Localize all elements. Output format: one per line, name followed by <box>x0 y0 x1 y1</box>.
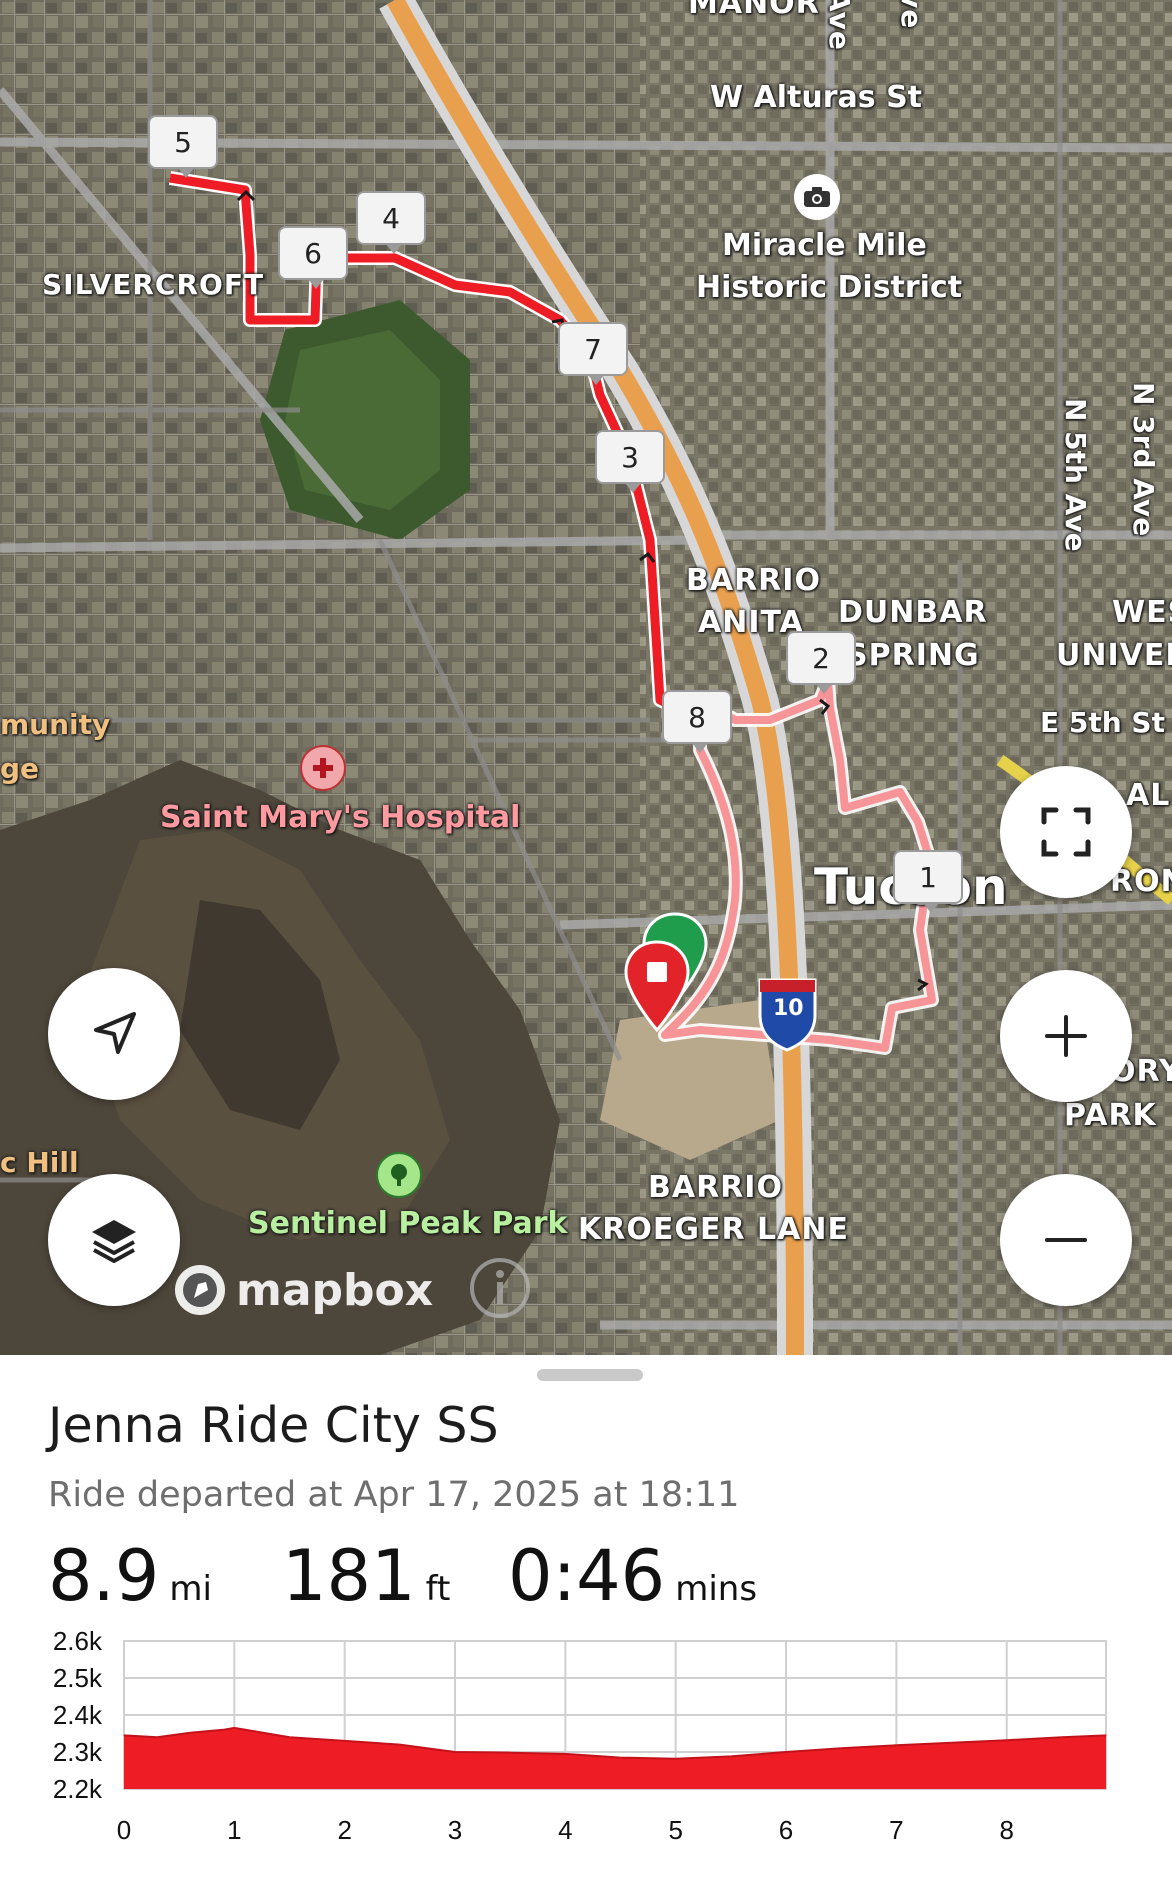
elevation-point <box>156 1736 158 1738</box>
elevation-point <box>344 1740 346 1742</box>
layers-icon <box>92 1220 136 1263</box>
y-tick-label: 2.6k <box>53 1626 103 1656</box>
waypoint-label: 7 <box>584 332 602 366</box>
label-al: AL <box>1126 778 1171 813</box>
recenter-button[interactable] <box>48 968 180 1100</box>
fullscreen-icon <box>1041 807 1091 857</box>
label-barrio-anita-1: BARRIO <box>686 563 821 598</box>
elevation-chart[interactable]: 2.6k 2.5k 2.4k 2.3k 2.2k 0 1 2 3 4 5 6 7 8 <box>0 1355 1172 1881</box>
x-tick-label: 6 <box>779 1815 793 1845</box>
waypoint-marker[interactable]: 2 <box>786 631 856 694</box>
label-dunbar: DUNBAR <box>838 595 988 630</box>
label-c-hill: c Hill <box>0 1146 79 1179</box>
label-ge: ge <box>0 752 40 785</box>
label-community: munity <box>0 708 111 741</box>
y-tick-label: 2.2k <box>53 1774 103 1804</box>
waypoint-marker[interactable]: 4 <box>356 191 426 254</box>
info-icon[interactable] <box>468 1256 532 1320</box>
satellite-base-map <box>0 0 1172 1355</box>
waypoint-label: 5 <box>174 125 192 159</box>
x-tick-label: 3 <box>448 1815 462 1845</box>
elevation-point <box>785 1751 787 1753</box>
label-park: PARK <box>1064 1098 1157 1133</box>
waypoint-label: 4 <box>382 201 400 235</box>
waypoint-label: 3 <box>621 440 639 474</box>
waypoint-label: 8 <box>688 700 706 734</box>
label-sentinel-peak: Sentinel Peak Park <box>248 1206 568 1241</box>
elevation-point <box>564 1753 566 1755</box>
x-tick-label: 7 <box>889 1815 903 1845</box>
end-pin-icon[interactable] <box>622 938 692 1038</box>
waypoint-marker[interactable]: 3 <box>595 430 665 493</box>
plus-icon <box>1045 1015 1087 1057</box>
location-arrow-icon <box>94 1012 136 1054</box>
mapbox-logo-icon <box>175 1265 225 1315</box>
label-wes: WES <box>1112 595 1172 630</box>
y-tick-label: 2.4k <box>53 1700 103 1730</box>
zoom-out-button[interactable] <box>1000 1174 1132 1306</box>
label-n3rd: N 3rd Ave <box>1127 382 1160 537</box>
elevation-point <box>454 1751 456 1753</box>
fullscreen-button[interactable] <box>1000 766 1132 898</box>
camera-icon <box>794 174 840 220</box>
mapbox-logo[interactable]: mapbox <box>172 1262 433 1318</box>
elevation-point <box>233 1727 235 1729</box>
label-miracle-mile: Miracle Mile <box>722 228 927 263</box>
elevation-point <box>730 1755 732 1757</box>
park-tree-icon <box>376 1152 422 1198</box>
waypoint-label: 2 <box>812 641 830 675</box>
label-n5th: N 5th Ave <box>1059 398 1092 552</box>
elevation-point <box>1105 1734 1107 1736</box>
elevation-point <box>951 1742 952 1744</box>
waypoint-label: 6 <box>304 236 322 270</box>
label-barrio-kroeger-2: KROEGER LANE <box>578 1212 849 1247</box>
waypoint-marker[interactable]: 7 <box>558 322 628 385</box>
hospital-icon <box>300 745 346 791</box>
x-tick-label: 0 <box>117 1815 131 1845</box>
label-ve: ve <box>895 0 928 30</box>
label-alturas: W Alturas St <box>710 80 923 115</box>
waypoint-marker[interactable]: 8 <box>662 690 732 753</box>
x-tick-label: 1 <box>227 1815 241 1845</box>
elevation-point <box>189 1732 191 1734</box>
elevation-point <box>1006 1739 1008 1741</box>
elevation-point <box>123 1734 125 1736</box>
elevation-point <box>620 1757 621 1759</box>
x-tick-label: 2 <box>337 1815 351 1845</box>
label-historic-district: Historic District <box>696 270 963 305</box>
layers-button[interactable] <box>48 1174 180 1306</box>
elevation-point <box>255 1731 257 1733</box>
elevation-point <box>840 1747 842 1749</box>
y-tick-label: 2.3k <box>53 1737 103 1767</box>
label-barrio-kroeger-1: BARRIO <box>648 1170 783 1205</box>
x-tick-label: 5 <box>668 1815 682 1845</box>
elevation-point <box>675 1758 677 1760</box>
elevation-point <box>399 1744 401 1746</box>
waypoint-marker[interactable]: 1 <box>893 850 963 913</box>
zoom-in-button[interactable] <box>1000 970 1132 1102</box>
elevation-point <box>1061 1736 1063 1738</box>
label-manor: MANOR <box>688 0 820 21</box>
waypoint-marker[interactable]: 6 <box>278 226 348 289</box>
waypoint-marker[interactable]: 5 <box>148 115 218 178</box>
label-silvercroft: SILVERCROFT <box>42 268 265 301</box>
label-univer: UNIVEF <box>1056 638 1172 673</box>
mapbox-wordmark: mapbox <box>236 1264 434 1316</box>
label-spring: SPRING <box>846 638 980 673</box>
y-tick-label: 2.5k <box>53 1663 103 1693</box>
label-saint-marys: Saint Mary's Hospital <box>160 800 521 835</box>
minus-icon <box>1045 1238 1087 1242</box>
elevation-point <box>509 1752 511 1754</box>
ride-summary-sheet: Jenna Ride City SS Ride departed at Apr … <box>0 1355 1172 1881</box>
interstate-number: 10 <box>773 996 804 1021</box>
elevation-point <box>289 1736 290 1738</box>
elevation-point <box>222 1729 224 1731</box>
elevation-point <box>895 1744 897 1746</box>
label-ave: Ave <box>823 0 856 51</box>
waypoint-label: 1 <box>919 860 937 894</box>
label-e5th: E 5th St <box>1040 706 1165 739</box>
x-tick-label: 8 <box>999 1815 1013 1845</box>
map-view[interactable]: 10 MANOR Ave ve W Alturas St Miracle Mil… <box>0 0 1172 1355</box>
x-tick-label: 4 <box>558 1815 572 1845</box>
